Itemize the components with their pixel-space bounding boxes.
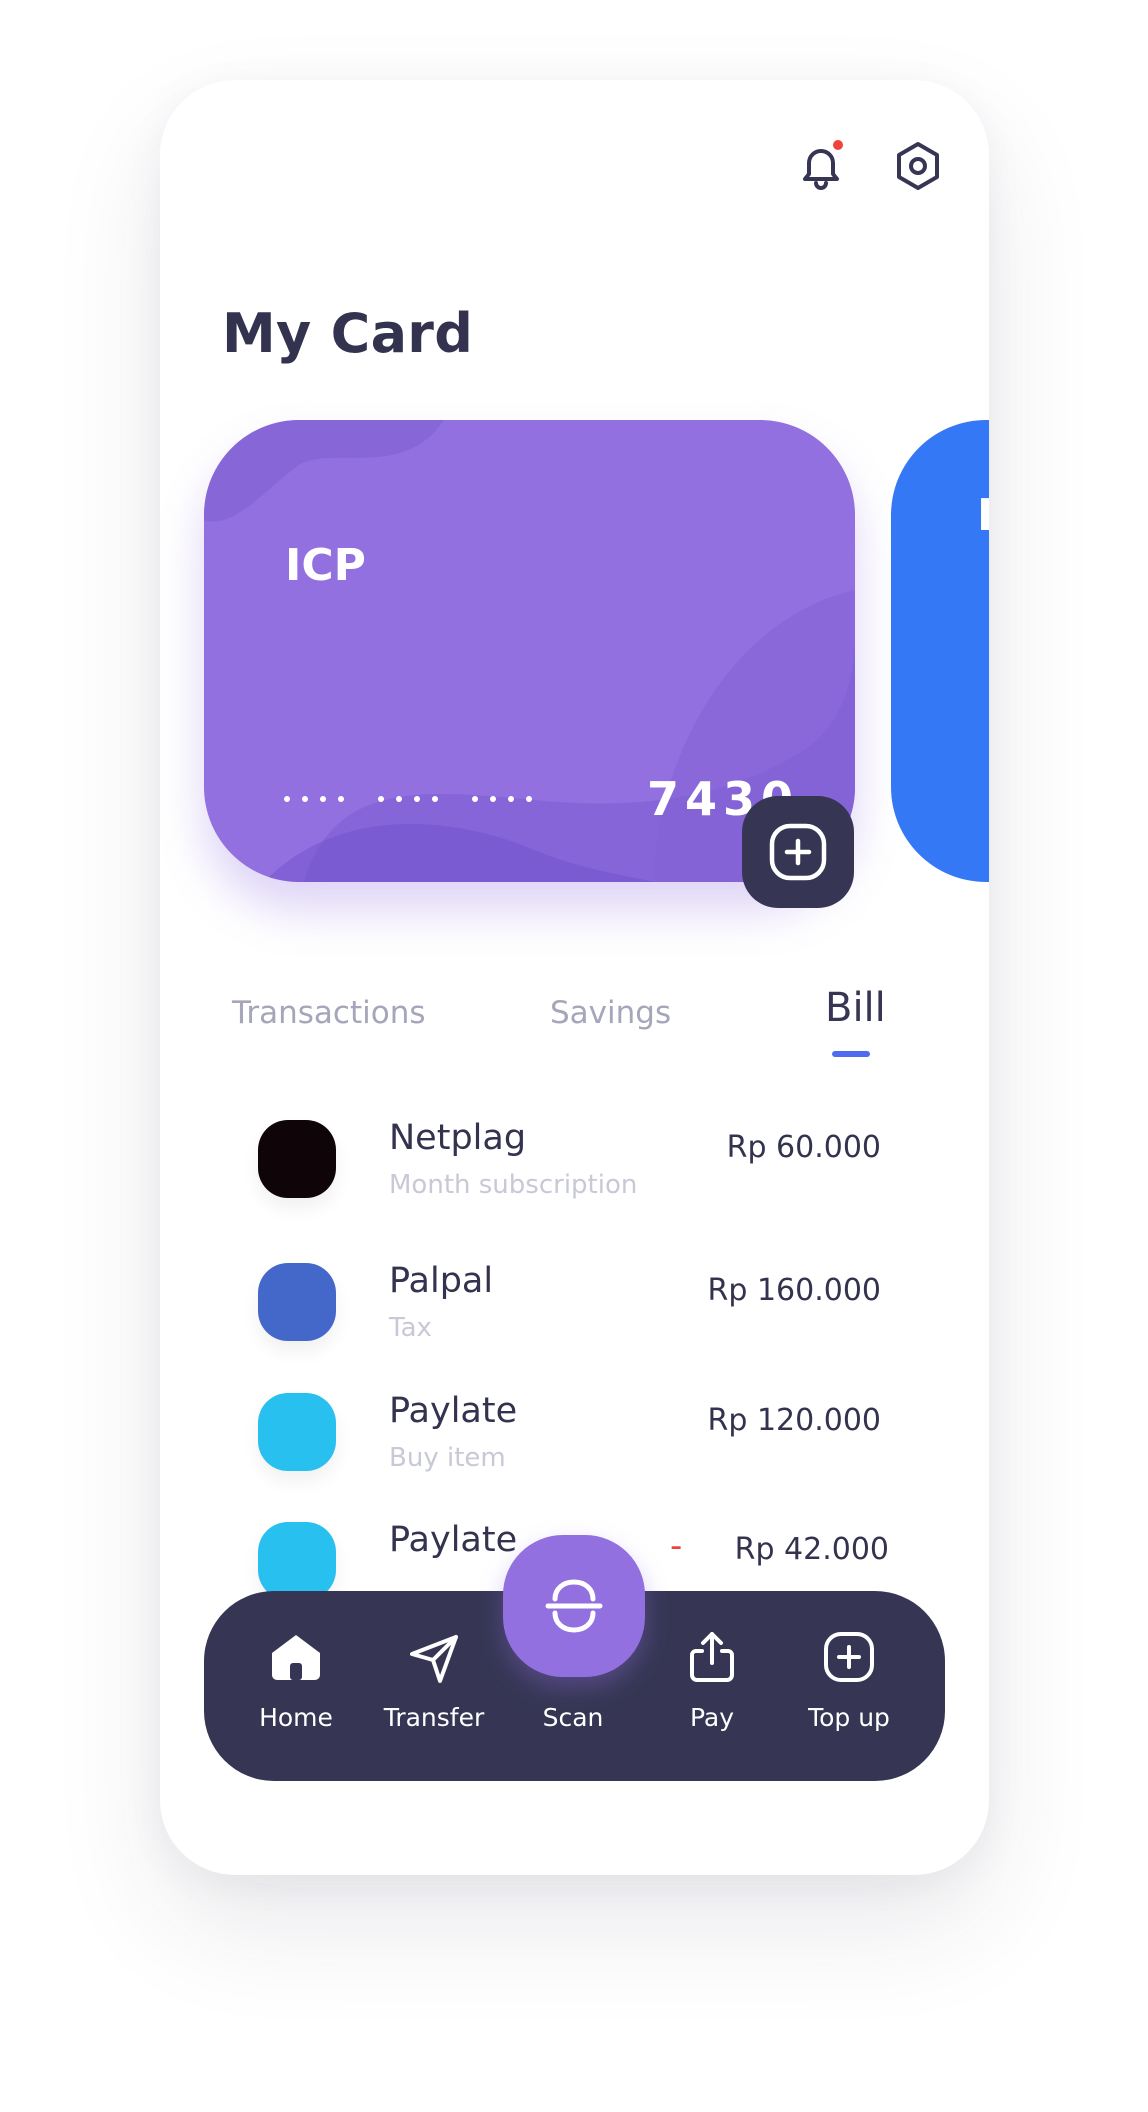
bill-name: Netplag: [389, 1118, 527, 1158]
scan-button[interactable]: [503, 1535, 645, 1677]
add-card-button[interactable]: [742, 796, 854, 908]
scan-icon: [545, 1579, 603, 1633]
nav-top-up[interactable]: Top up: [779, 1629, 919, 1732]
settings-icon: [897, 142, 939, 190]
page-title: My Card: [222, 302, 474, 365]
nav-label: Scan: [542, 1703, 604, 1732]
list-item[interactable]: Paylate Buy item Rp 120.000: [160, 1391, 989, 1503]
notification-button[interactable]: [795, 140, 847, 192]
bill-amount: Rp 42.000: [734, 1532, 889, 1567]
masked-group: [378, 796, 438, 802]
card-name: I: [977, 490, 989, 541]
bill-amount: Rp 120.000: [707, 1403, 881, 1438]
bill-amount: Rp 60.000: [726, 1130, 881, 1165]
plus-square-icon: [824, 1632, 874, 1682]
bill-name: Paylate: [389, 1520, 518, 1560]
card-name: ICP: [285, 540, 366, 591]
bill-name: Paylate: [389, 1391, 518, 1431]
bill-avatar: [258, 1522, 336, 1600]
bill-subtitle: Month subscription: [389, 1170, 638, 1200]
masked-group: [284, 796, 344, 802]
nav-transfer[interactable]: Transfer: [364, 1629, 504, 1732]
tab-savings[interactable]: Savings: [550, 995, 671, 1031]
bill-subtitle: Buy item: [389, 1443, 506, 1473]
plus-square-icon: [769, 823, 827, 881]
tab-bill[interactable]: Bill: [825, 985, 886, 1031]
settings-button[interactable]: [892, 140, 944, 192]
nav-label: Pay: [689, 1703, 735, 1732]
bill-sign: -: [670, 1526, 683, 1566]
nav-home[interactable]: Home: [226, 1629, 366, 1732]
bill-avatar: [258, 1120, 336, 1198]
home-icon: [272, 1635, 320, 1680]
tab-bar: Transactions Savings Bill: [160, 985, 989, 1065]
phone-screen: My Card ICP 7430 I Transactions Savings …: [160, 80, 989, 1875]
active-tab-indicator: [832, 1051, 870, 1057]
masked-group: [472, 796, 532, 802]
bill-avatar: [258, 1393, 336, 1471]
card-masked-number: [284, 796, 532, 802]
nav-label: Transfer: [383, 1703, 485, 1732]
bill-avatar: [258, 1263, 336, 1341]
bill-subtitle: Tax: [389, 1313, 432, 1343]
bill-name: Palpal: [389, 1261, 494, 1301]
header-actions: [795, 140, 944, 192]
notification-dot: [833, 140, 843, 150]
nav-label: Top up: [808, 1703, 890, 1732]
bill-amount: Rp 160.000: [707, 1273, 881, 1308]
send-icon: [410, 1635, 458, 1683]
share-icon: [690, 1632, 734, 1682]
list-item[interactable]: Netplag Month subscription Rp 60.000: [160, 1118, 989, 1230]
tab-transactions[interactable]: Transactions: [232, 995, 426, 1031]
list-item[interactable]: Palpal Tax Rp 160.000: [160, 1261, 989, 1373]
card-secondary[interactable]: I: [891, 420, 989, 882]
nav-label: Home: [259, 1703, 333, 1732]
nav-pay[interactable]: Pay: [642, 1629, 782, 1732]
